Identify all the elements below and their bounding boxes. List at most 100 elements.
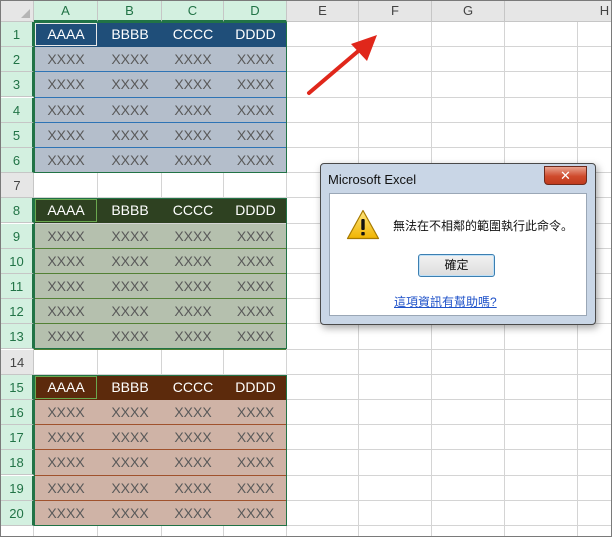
table-cell[interactable]: XXXX	[34, 98, 98, 123]
table-cell[interactable]: XXXX	[34, 450, 98, 475]
table-cell[interactable]: XXXX	[162, 400, 224, 425]
row-header-4[interactable]: 4	[1, 98, 34, 123]
table-cell[interactable]: XXXX	[162, 476, 224, 501]
table-header-cell[interactable]: DDDD	[224, 22, 287, 47]
row-header-11[interactable]: 11	[1, 274, 34, 299]
column-header-g[interactable]: G	[432, 1, 505, 22]
column-header-d[interactable]: D	[224, 1, 287, 22]
table-cell[interactable]: XXXX	[98, 224, 162, 249]
row-header-7[interactable]: 7	[1, 173, 34, 198]
table-cell[interactable]: XXXX	[98, 123, 162, 148]
column-header-f[interactable]: F	[359, 1, 432, 22]
table-header-cell[interactable]: BBBB	[98, 22, 162, 47]
table-cell[interactable]: XXXX	[98, 501, 162, 526]
row-header-6[interactable]: 6	[1, 148, 34, 173]
table-cell[interactable]: XXXX	[224, 148, 287, 173]
table-header-cell[interactable]: BBBB	[98, 375, 162, 400]
table-cell[interactable]: XXXX	[162, 425, 224, 450]
table-cell[interactable]: XXXX	[162, 98, 224, 123]
table-cell[interactable]: XXXX	[224, 98, 287, 123]
row-header-8[interactable]: 8	[1, 198, 34, 223]
table-cell[interactable]: XXXX	[162, 224, 224, 249]
table-cell[interactable]: XXXX	[162, 299, 224, 324]
select-all-corner[interactable]	[1, 1, 34, 22]
row-header-17[interactable]: 17	[1, 425, 34, 450]
table-cell[interactable]: XXXX	[34, 148, 98, 173]
table-cell[interactable]: XXXX	[34, 425, 98, 450]
column-header-c[interactable]: C	[162, 1, 224, 22]
row-header-5[interactable]: 5	[1, 123, 34, 148]
table-header-cell[interactable]: CCCC	[162, 375, 224, 400]
row-header-16[interactable]: 16	[1, 400, 34, 425]
row-header-18[interactable]: 18	[1, 450, 34, 475]
table-header-cell[interactable]: CCCC	[162, 22, 224, 47]
table-cell[interactable]: XXXX	[98, 249, 162, 274]
table-cell[interactable]: XXXX	[224, 72, 287, 97]
dialog-close-button[interactable]: ✕	[544, 166, 587, 185]
table-cell[interactable]: XXXX	[98, 98, 162, 123]
table-cell[interactable]: XXXX	[98, 47, 162, 72]
table-cell[interactable]: XXXX	[162, 249, 224, 274]
table-cell[interactable]: XXXX	[34, 249, 98, 274]
row-header-20[interactable]: 20	[1, 501, 34, 526]
help-link[interactable]: 這項資訊有幫助嗎?	[394, 293, 497, 310]
table-cell[interactable]: XXXX	[98, 72, 162, 97]
table-cell[interactable]: XXXX	[34, 400, 98, 425]
table-header-cell[interactable]: DDDD	[224, 198, 287, 223]
row-header-14[interactable]: 14	[1, 350, 34, 375]
table-cell[interactable]: XXXX	[162, 501, 224, 526]
table-cell[interactable]: XXXX	[98, 425, 162, 450]
table-cell[interactable]: XXXX	[162, 324, 224, 349]
table-cell[interactable]: XXXX	[162, 72, 224, 97]
table-cell[interactable]: XXXX	[224, 476, 287, 501]
table-cell[interactable]: XXXX	[34, 72, 98, 97]
table-cell[interactable]: XXXX	[34, 501, 98, 526]
table-cell[interactable]: XXXX	[98, 400, 162, 425]
column-header-h[interactable]: H	[505, 1, 611, 22]
table-cell[interactable]: XXXX	[98, 476, 162, 501]
table-cell[interactable]: XXXX	[224, 450, 287, 475]
table-cell[interactable]: XXXX	[224, 425, 287, 450]
table-header-cell[interactable]: CCCC	[162, 198, 224, 223]
row-header-19[interactable]: 19	[1, 476, 34, 501]
table-cell[interactable]: XXXX	[98, 274, 162, 299]
table-cell[interactable]: XXXX	[34, 324, 98, 349]
table-cell[interactable]: XXXX	[224, 501, 287, 526]
table-cell[interactable]: XXXX	[162, 450, 224, 475]
row-header-2[interactable]: 2	[1, 47, 34, 72]
row-header-13[interactable]: 13	[1, 324, 34, 349]
row-header-9[interactable]: 9	[1, 224, 34, 249]
table-cell[interactable]: XXXX	[162, 274, 224, 299]
table-cell[interactable]: XXXX	[224, 249, 287, 274]
table-cell[interactable]: XXXX	[224, 224, 287, 249]
row-header-12[interactable]: 12	[1, 299, 34, 324]
table-cell[interactable]: XXXX	[162, 148, 224, 173]
table-cell[interactable]: XXXX	[224, 47, 287, 72]
row-header-3[interactable]: 3	[1, 72, 34, 97]
table-cell[interactable]: XXXX	[34, 47, 98, 72]
table-cell[interactable]: XXXX	[98, 148, 162, 173]
table-header-cell[interactable]: DDDD	[224, 375, 287, 400]
row-header-15[interactable]: 15	[1, 375, 34, 400]
table-cell[interactable]: XXXX	[224, 324, 287, 349]
table-cell[interactable]: XXXX	[224, 299, 287, 324]
table-cell[interactable]: XXXX	[224, 123, 287, 148]
table-cell[interactable]: XXXX	[162, 47, 224, 72]
column-header-e[interactable]: E	[287, 1, 359, 22]
table-cell[interactable]: XXXX	[34, 274, 98, 299]
table-cell[interactable]: XXXX	[34, 224, 98, 249]
table-cell[interactable]: XXXX	[224, 274, 287, 299]
table-cell[interactable]: XXXX	[34, 299, 98, 324]
ok-button[interactable]: 確定	[418, 254, 495, 277]
row-header-1[interactable]: 1	[1, 22, 34, 47]
table-header-cell[interactable]: BBBB	[98, 198, 162, 223]
row-header-10[interactable]: 10	[1, 249, 34, 274]
table-cell[interactable]: XXXX	[98, 450, 162, 475]
table-cell[interactable]: XXXX	[34, 476, 98, 501]
column-header-a[interactable]: A	[34, 1, 98, 22]
column-header-b[interactable]: B	[98, 1, 162, 22]
table-cell[interactable]: XXXX	[98, 299, 162, 324]
table-cell[interactable]: XXXX	[98, 324, 162, 349]
table-cell[interactable]: XXXX	[34, 123, 98, 148]
table-cell[interactable]: XXXX	[224, 400, 287, 425]
